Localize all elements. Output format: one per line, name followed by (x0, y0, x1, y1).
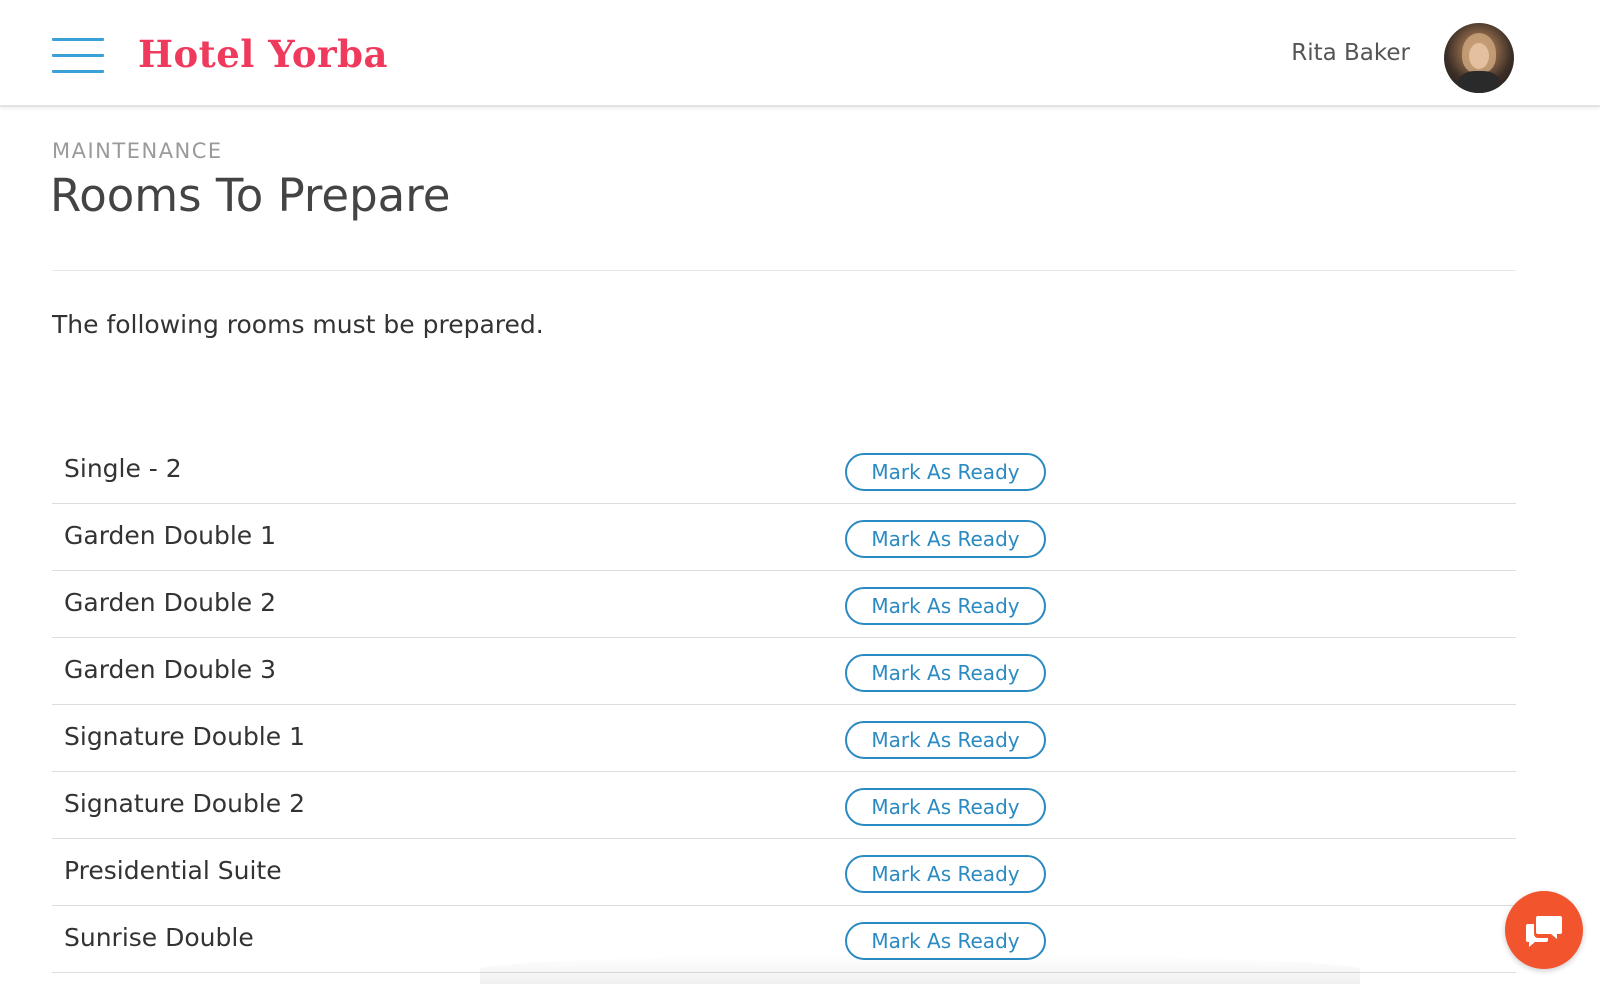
user-name[interactable]: Rita Baker (1291, 38, 1410, 68)
room-row: Signature Double 2 Mark As Ready (52, 772, 1516, 839)
room-name: Garden Double 2 (64, 588, 277, 617)
room-name: Garden Double 1 (64, 521, 277, 550)
room-row: Garden Double 1 Mark As Ready (52, 504, 1516, 571)
room-name: Single - 2 (64, 454, 182, 483)
room-row: Presidential Suite Mark As Ready (52, 839, 1516, 906)
room-row: Garden Double 2 Mark As Ready (52, 571, 1516, 638)
divider (52, 270, 1516, 271)
room-list: Single - 2 Mark As Ready Garden Double 1… (52, 437, 1516, 973)
mark-as-ready-button[interactable]: Mark As Ready (845, 788, 1046, 826)
avatar-body (1458, 71, 1500, 93)
mark-as-ready-button[interactable]: Mark As Ready (845, 587, 1046, 625)
hamburger-menu-icon[interactable] (52, 38, 104, 74)
intro-text: The following rooms must be prepared. (52, 310, 544, 339)
chat-launcher-button[interactable] (1505, 891, 1583, 969)
room-name: Signature Double 1 (64, 722, 305, 751)
room-row: Sunrise Double Mark As Ready (52, 906, 1516, 973)
room-row: Single - 2 Mark As Ready (52, 437, 1516, 504)
mark-as-ready-button[interactable]: Mark As Ready (845, 855, 1046, 893)
section-label: MAINTENANCE (52, 139, 223, 163)
mark-as-ready-button[interactable]: Mark As Ready (845, 922, 1046, 960)
mark-as-ready-button[interactable]: Mark As Ready (845, 721, 1046, 759)
menu-line (52, 70, 104, 73)
user-avatar[interactable] (1444, 23, 1514, 93)
mark-as-ready-button[interactable]: Mark As Ready (845, 520, 1046, 558)
mark-as-ready-button[interactable]: Mark As Ready (845, 654, 1046, 692)
room-name: Presidential Suite (64, 856, 282, 885)
menu-line (52, 38, 104, 41)
room-name: Garden Double 3 (64, 655, 277, 684)
page-title: Rooms To Prepare (50, 169, 451, 222)
room-name: Sunrise Double (64, 923, 254, 952)
mark-as-ready-button[interactable]: Mark As Ready (845, 453, 1046, 491)
room-name: Signature Double 2 (64, 789, 305, 818)
top-navigation-bar: Hotel Yorba Rita Baker (0, 0, 1600, 107)
menu-line (52, 54, 104, 57)
room-row: Signature Double 1 Mark As Ready (52, 705, 1516, 772)
room-row: Garden Double 3 Mark As Ready (52, 638, 1516, 705)
brand-logo[interactable]: Hotel Yorba (138, 30, 388, 78)
chat-bubbles-icon (1526, 916, 1562, 947)
avatar-face (1469, 43, 1489, 69)
